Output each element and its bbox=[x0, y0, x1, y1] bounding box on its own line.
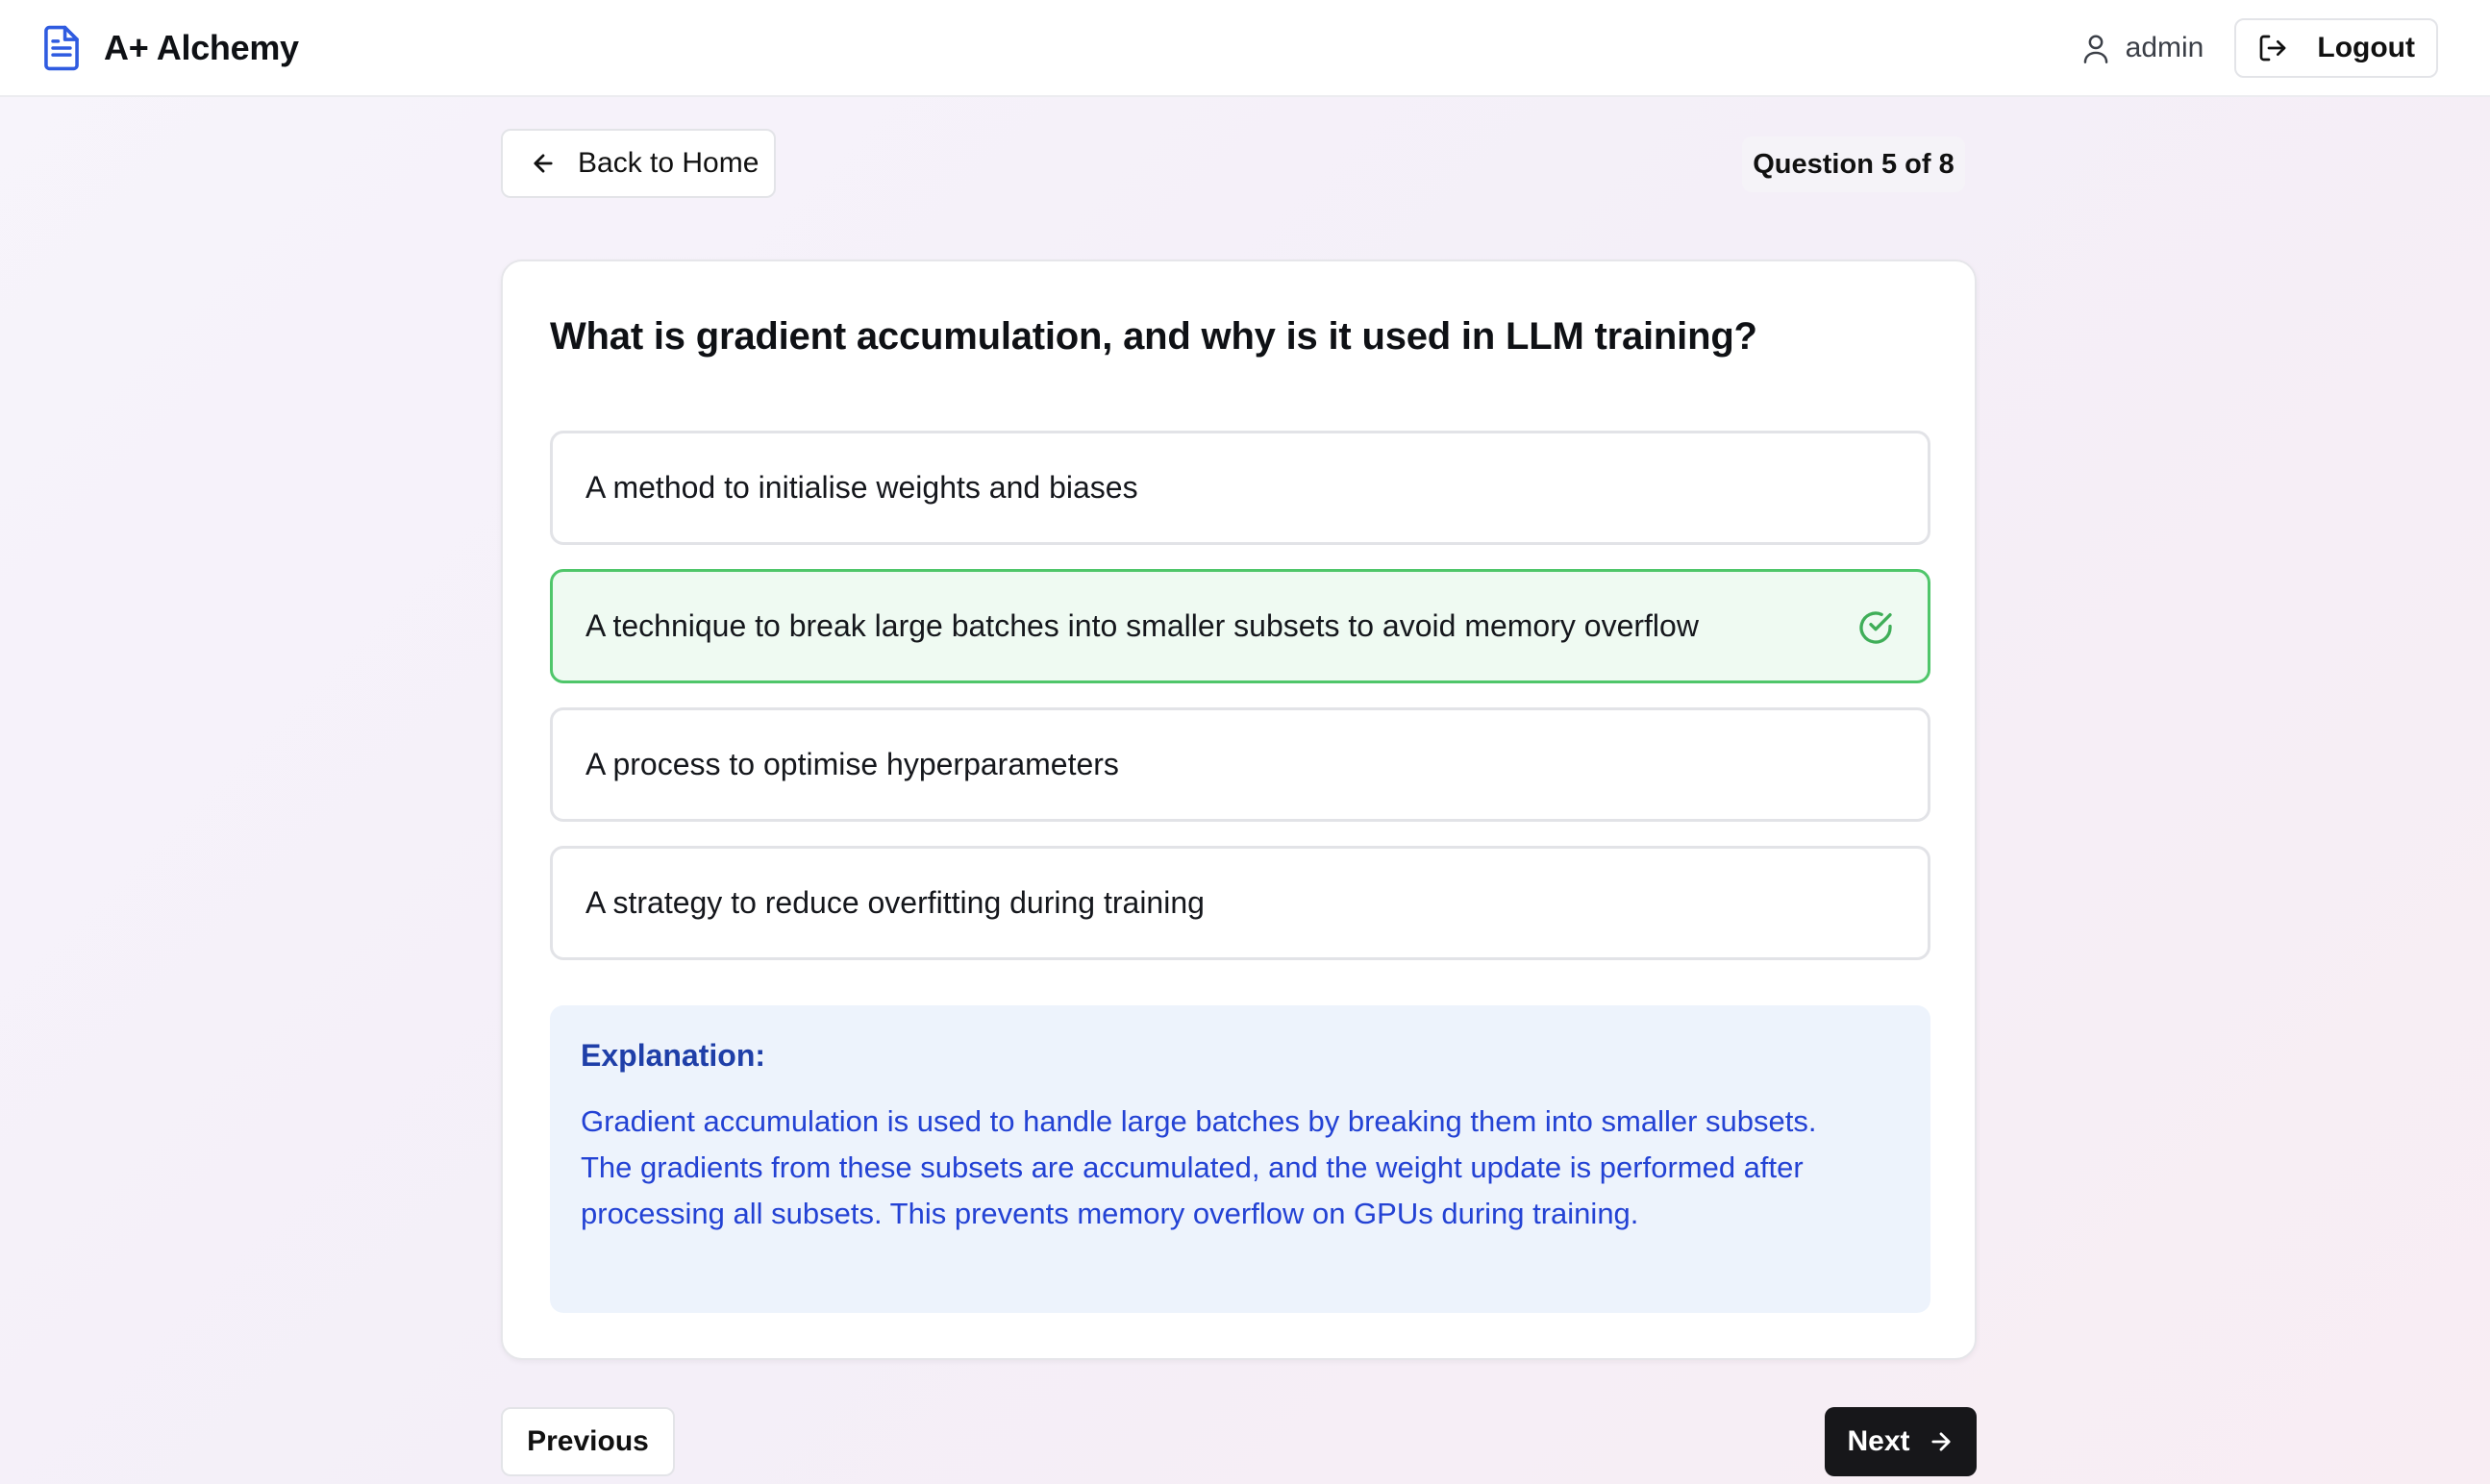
user-icon bbox=[2083, 34, 2107, 63]
next-button[interactable]: Next bbox=[1825, 1407, 1977, 1476]
previous-button[interactable]: Previous bbox=[501, 1407, 675, 1476]
option-text: A strategy to reduce overfitting during … bbox=[585, 885, 1205, 920]
brand[interactable]: A+ Alchemy bbox=[40, 24, 299, 72]
question-progress: Question 5 of 8 bbox=[1742, 136, 1965, 192]
question-card: What is gradient accumulation, and why i… bbox=[501, 260, 1977, 1360]
back-label: Back to Home bbox=[578, 147, 759, 179]
logout-icon bbox=[2260, 35, 2286, 61]
app-name: A+ Alchemy bbox=[104, 27, 299, 67]
option-text: A method to initialise weights and biase… bbox=[585, 470, 1138, 505]
current-user: admin bbox=[2081, 32, 2204, 64]
option-text: A technique to break large batches into … bbox=[585, 608, 1699, 643]
explanation-text: Gradient accumulation is used to handle … bbox=[581, 1104, 1817, 1230]
option-text: A process to optimise hyperparameters bbox=[585, 747, 1119, 781]
document-icon bbox=[44, 25, 79, 70]
answer-option-4[interactable]: A strategy to reduce overfitting during … bbox=[550, 846, 1930, 960]
answer-option-1[interactable]: A method to initialise weights and biase… bbox=[550, 431, 1930, 545]
previous-label: Previous bbox=[527, 1425, 649, 1457]
question-text: What is gradient accumulation, and why i… bbox=[550, 315, 1757, 358]
arrow-left-icon bbox=[534, 154, 553, 173]
check-circle-icon bbox=[1859, 611, 1892, 644]
explanation-title: Explanation: bbox=[581, 1038, 766, 1073]
explanation-box: Explanation: Gradient accumulation is us… bbox=[550, 1005, 1930, 1313]
username: admin bbox=[2125, 31, 2204, 63]
top-header: A+ Alchemy admin Logout bbox=[0, 0, 2490, 97]
arrow-right-icon bbox=[1930, 1432, 1951, 1451]
logout-label: Logout bbox=[2317, 31, 2415, 63]
logout-button[interactable]: Logout bbox=[2234, 17, 2438, 78]
answer-option-3[interactable]: A process to optimise hyperparameters bbox=[550, 707, 1930, 822]
next-label: Next bbox=[1847, 1425, 1910, 1457]
back-to-home-button[interactable]: Back to Home bbox=[501, 129, 776, 198]
answer-option-2[interactable]: A technique to break large batches into … bbox=[550, 569, 1930, 683]
